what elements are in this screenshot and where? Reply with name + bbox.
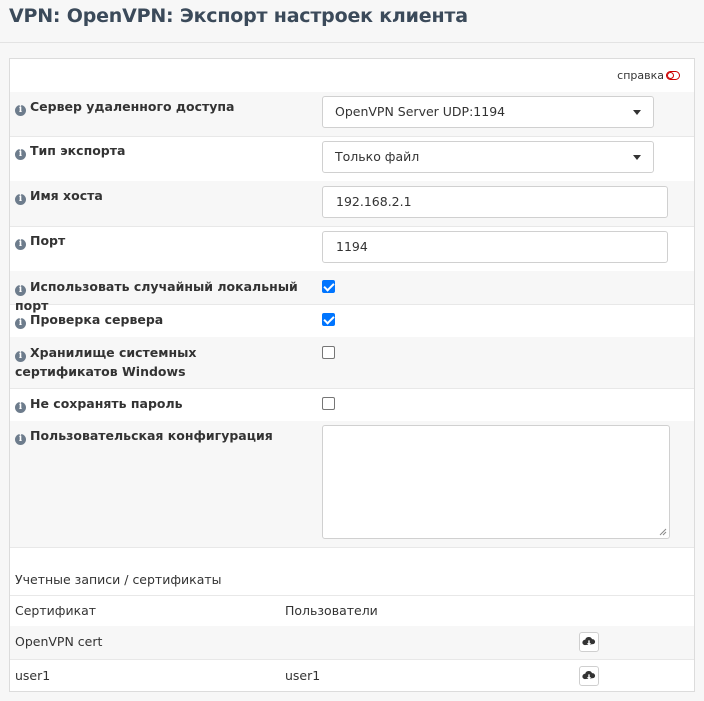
verify-server-label: Проверка сервера [30,312,164,327]
page-title: VPN: OpenVPN: Экспорт настроек клиента [9,5,468,27]
info-icon[interactable]: i [15,318,26,329]
accounts-title: Учетные записи / сертификаты [15,572,222,587]
remote-server-select[interactable]: OpenVPN Server UDP:1194 [322,96,654,128]
help-toggle[interactable]: справка [617,69,680,82]
export-settings-card: справка i Сервер удаленного доступа OpenV… [9,58,695,692]
custom-config-label: Пользовательская конфигурация [30,428,273,443]
cloud-download-icon [582,670,596,680]
export-type-select[interactable]: Только файл [322,141,654,173]
row-verify-server: i Проверка сервера [10,304,694,338]
dont-save-password-checkbox[interactable] [322,397,335,410]
random-port-checkbox[interactable] [322,280,335,293]
info-icon[interactable]: i [15,105,26,116]
certificate-cell: OpenVPN cert [15,634,103,649]
windows-cert-store-checkbox[interactable] [322,346,335,359]
windows-cert-store-label: Хранилище системных сертификатов Windows [15,345,197,379]
column-certificate: Сертификат [15,603,97,618]
remote-server-label: Сервер удаленного доступа [30,99,235,114]
table-row: user1 user1 [10,660,694,691]
row-port: i Порт 1194 [10,226,694,272]
download-button[interactable] [579,666,599,686]
hostname-input[interactable]: 192.168.2.1 [322,186,668,218]
row-random-port: i Использовать случайный локальный порт [10,271,694,313]
row-custom-config: i Пользовательская конфигурация [10,421,694,548]
info-icon[interactable]: i [15,434,26,445]
row-dont-save-password: i Не сохранять пароль [10,388,694,422]
row-windows-cert-store: i Хранилище системных сертификатов Window… [10,337,694,389]
info-icon[interactable]: i [15,402,26,413]
certificate-cell: user1 [15,668,51,683]
dont-save-password-label: Не сохранять пароль [30,396,183,411]
toggle-icon [666,71,680,80]
port-input[interactable]: 1194 [322,231,668,263]
export-type-label: Тип экспорта [30,143,126,158]
export-type-value: Только файл [335,149,420,164]
port-label: Порт [30,233,66,248]
hostname-label: Имя хоста [30,188,103,203]
row-hostname: i Имя хоста 192.168.2.1 [10,181,694,227]
info-icon[interactable]: i [15,149,26,160]
help-row: справка [10,59,694,93]
cloud-download-icon [582,636,596,646]
download-button[interactable] [579,632,599,652]
info-icon[interactable]: i [15,285,26,296]
info-icon[interactable]: i [15,194,26,205]
info-icon[interactable]: i [15,351,26,362]
accounts-header-row: Сертификат Пользователи [10,595,694,627]
verify-server-checkbox[interactable] [322,313,335,326]
row-export-type: i Тип экспорта Только файл [10,136,694,182]
column-users: Пользователи [285,603,378,618]
page-header: VPN: OpenVPN: Экспорт настроек клиента [0,0,704,43]
custom-config-textarea[interactable] [322,425,670,539]
row-remote-server: i Сервер удаленного доступа OpenVPN Serve… [10,92,694,137]
help-label: справка [617,69,664,82]
resize-grip-icon[interactable] [659,528,667,536]
info-icon[interactable]: i [15,239,26,250]
table-row: OpenVPN cert [10,626,694,660]
chevron-down-icon [633,110,641,115]
chevron-down-icon [633,155,641,160]
remote-server-value: OpenVPN Server UDP:1194 [335,104,506,119]
users-cell: user1 [285,668,321,683]
